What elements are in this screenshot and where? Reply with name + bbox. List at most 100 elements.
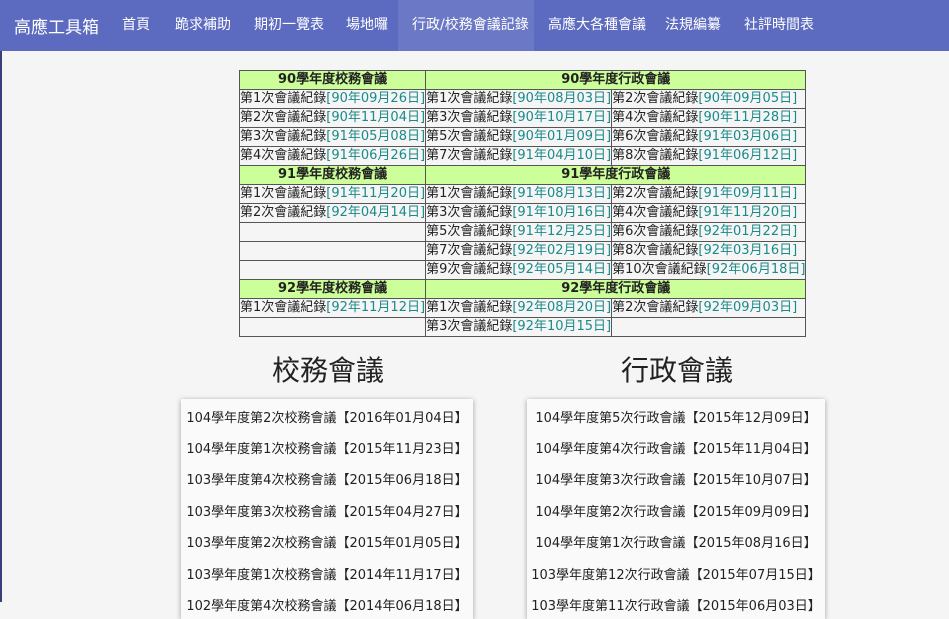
- record-date-link[interactable]: [92年04月14日]: [326, 205, 424, 220]
- admin-record-cell[interactable]: 第4次會議紀錄[90年11月28日]: [611, 108, 807, 128]
- admin-record-cell[interactable]: 第7次會議紀錄[92年02月19日]: [425, 241, 613, 261]
- brand-title[interactable]: 高應工具箱: [14, 13, 99, 38]
- record-date-link[interactable]: [91年09月11日]: [698, 186, 797, 201]
- admin-record-cell[interactable]: 第1次會議紀錄[91年08月13日]: [425, 184, 613, 204]
- school-record-cell[interactable]: 第1次會議紀錄[90年09月26日]: [238, 89, 427, 109]
- table-row: 第1次會議紀錄[91年11月20日] 第1次會議紀錄[91年08月13日] 第2次會…: [238, 184, 807, 204]
- record-date-link[interactable]: [91年04月10日]: [512, 148, 610, 163]
- record-label: 第8次會議紀錄: [612, 148, 699, 163]
- admin-meeting-link[interactable]: 104學年度第2次行政會議【2015年09月09日】: [527, 501, 825, 520]
- school-record-cell[interactable]: 第2次會議紀錄[90年11月04日]: [238, 108, 427, 128]
- school-record-cell[interactable]: 第1次會議紀錄[91年11月20日]: [238, 184, 427, 204]
- school-record-cell[interactable]: 第2次會議紀錄[92年04月14日]: [238, 203, 427, 223]
- table-row: 第2次會議紀錄[92年04月14日] 第3次會議紀錄[91年10月16日] 第4次會…: [238, 203, 807, 223]
- record-date-link[interactable]: [91年05月08日]: [326, 129, 424, 144]
- nav-label: 場地囉: [346, 17, 388, 33]
- admin-record-cell[interactable]: 第8次會議紀錄[91年06月12日]: [611, 146, 807, 166]
- school-year-header: 91學年度校務會議: [238, 165, 427, 185]
- school-meeting-link[interactable]: 103學年度第2次校務會議【2015年01月05日】: [181, 532, 473, 551]
- record-date-link[interactable]: [92年05月14日]: [512, 262, 610, 277]
- record-date-link[interactable]: [92年02月19日]: [512, 243, 610, 258]
- admin-meeting-link[interactable]: 104學年度第3次行政會議【2015年10月07日】: [527, 469, 825, 488]
- record-date-link[interactable]: [91年03月06日]: [698, 129, 797, 144]
- record-date-link[interactable]: [91年06月26日]: [326, 148, 424, 163]
- record-date-link[interactable]: [91年06月12日]: [698, 148, 797, 163]
- nav-meeting-records[interactable]: 行政/校務會議記錄: [398, 0, 534, 51]
- nav-label: 高應大各種會議: [548, 17, 646, 33]
- record-date-link[interactable]: [92年01月22日]: [698, 224, 797, 239]
- school-record-cell[interactable]: 第4次會議紀錄[91年06月26日]: [238, 146, 427, 166]
- record-date-link[interactable]: [90年01月09日]: [512, 129, 610, 144]
- admin-meeting-link[interactable]: 104學年度第4次行政會議【2015年11月04日】: [527, 438, 825, 457]
- record-date-link[interactable]: [92年09月03日]: [698, 300, 797, 315]
- record-date-link[interactable]: [91年08月13日]: [512, 186, 610, 201]
- record-date-link[interactable]: [91年12月25日]: [512, 224, 610, 239]
- record-date-link[interactable]: [92年03月16日]: [698, 243, 797, 258]
- admin-record-cell[interactable]: 第6次會議紀錄[91年03月06日]: [611, 127, 807, 147]
- record-label: 第1次會議紀錄: [426, 91, 513, 106]
- table-row: 第4次會議紀錄[91年06月26日] 第7次會議紀錄[91年04月10日] 第8次會…: [238, 146, 807, 166]
- admin-record-cell[interactable]: 第2次會議紀錄[91年09月11日]: [611, 184, 807, 204]
- nav-venue[interactable]: 場地囉: [333, 0, 397, 51]
- admin-record-cell[interactable]: 第7次會議紀錄[91年04月10日]: [425, 146, 613, 166]
- record-date-link[interactable]: [90年09月26日]: [326, 91, 424, 106]
- school-meeting-link[interactable]: 104學年度第2次校務會議【2016年01月04日】: [181, 407, 473, 426]
- school-meeting-link[interactable]: 103學年度第1次校務會議【2014年11月17日】: [181, 564, 473, 583]
- admin-year-header: 92學年度行政會議: [425, 279, 807, 299]
- admin-record-cell[interactable]: 第3次會議紀錄[92年10月15日]: [425, 317, 613, 337]
- school-meeting-list: 104學年度第2次校務會議【2016年01月04日】 104學年度第1次校務會議…: [181, 399, 473, 619]
- admin-record-cell[interactable]: 第1次會議紀錄[90年08月03日]: [425, 89, 613, 109]
- school-meeting-link[interactable]: 103學年度第3次校務會議【2015年04月27日】: [181, 501, 473, 520]
- admin-record-cell[interactable]: 第1次會議紀錄[92年08月20日]: [425, 298, 613, 318]
- nav-subsidy[interactable]: 跪求補助: [162, 0, 240, 51]
- record-date-link[interactable]: [90年11月04日]: [326, 110, 424, 125]
- admin-meeting-link[interactable]: 103學年度第11次行政會議【2015年06月03日】: [527, 595, 825, 614]
- record-date-link[interactable]: [92年10月15日]: [512, 319, 610, 334]
- table-row: 第1次會議紀錄[90年09月26日] 第1次會議紀錄[90年08月03日] 第2次會…: [238, 89, 807, 109]
- admin-meeting-link[interactable]: 103學年度第12次行政會議【2015年07月15日】: [527, 564, 825, 583]
- admin-record-cell[interactable]: 第3次會議紀錄[90年10月17日]: [425, 108, 613, 128]
- admin-record-cell[interactable]: 第4次會議紀錄[91年11月20日]: [611, 203, 807, 223]
- admin-year-header: 91學年度行政會議: [425, 165, 807, 185]
- record-date-link[interactable]: [92年11月12日]: [326, 300, 424, 315]
- record-date-link[interactable]: [91年11月20日]: [326, 186, 424, 201]
- record-date-link[interactable]: [92年08月20日]: [512, 300, 610, 315]
- admin-record-cell[interactable]: 第5次會議紀錄[91年12月25日]: [425, 222, 613, 242]
- school-record-cell[interactable]: 第3次會議紀錄[91年05月08日]: [238, 127, 427, 147]
- admin-record-cell[interactable]: 第5次會議紀錄[90年01月09日]: [425, 127, 613, 147]
- record-date-link[interactable]: [90年11月28日]: [698, 110, 797, 125]
- record-label: 第8次會議紀錄: [612, 243, 699, 258]
- admin-record-cell[interactable]: 第8次會議紀錄[92年03月16日]: [611, 241, 807, 261]
- nav-semester-overview[interactable]: 期初一覽表: [241, 0, 331, 51]
- nav-regulations[interactable]: 法規編纂: [653, 0, 731, 51]
- nav-kuas-meetings[interactable]: 高應大各種會議: [535, 0, 653, 51]
- nav-label: 跪求補助: [175, 17, 231, 33]
- record-label: 第2次會議紀錄: [240, 110, 327, 125]
- record-date-link[interactable]: [91年10月16日]: [512, 205, 610, 220]
- admin-record-cell[interactable]: 第6次會議紀錄[92年01月22日]: [611, 222, 807, 242]
- record-label: 第5次會議紀錄: [426, 129, 513, 144]
- school-meeting-link[interactable]: 104學年度第1次校務會議【2015年11月23日】: [181, 438, 473, 457]
- nav-home[interactable]: 首頁: [110, 0, 160, 51]
- school-record-cell[interactable]: 第1次會議紀錄[92年11月12日]: [238, 298, 427, 318]
- record-date-link[interactable]: [90年09月05日]: [698, 91, 797, 106]
- record-date-link[interactable]: [91年11月20日]: [698, 205, 797, 220]
- table-row: 第5次會議紀錄[91年12月25日] 第6次會議紀錄[92年01月22日]: [238, 222, 807, 242]
- record-date-link[interactable]: [90年10月17日]: [512, 110, 610, 125]
- admin-record-cell[interactable]: 第2次會議紀錄[92年09月03日]: [611, 298, 807, 318]
- admin-record-cell[interactable]: 第3次會議紀錄[91年10月16日]: [425, 203, 613, 223]
- school-meeting-link[interactable]: 102學年度第4次校務會議【2014年06月18日】: [181, 595, 473, 614]
- nav-club-schedule[interactable]: 社評時間表: [731, 0, 831, 51]
- record-date-link[interactable]: [90年08月03日]: [512, 91, 610, 106]
- admin-record-cell[interactable]: 第10次會議紀錄[92年06月18日]: [611, 260, 807, 280]
- year-header-row: 90學年度校務會議 90學年度行政會議: [238, 70, 807, 90]
- admin-meeting-link[interactable]: 104學年度第5次行政會議【2015年12月09日】: [527, 407, 825, 426]
- window-edge: [0, 0, 2, 602]
- record-label: 第7次會議紀錄: [426, 243, 513, 258]
- record-label: 第3次會議紀錄: [426, 205, 513, 220]
- admin-record-cell[interactable]: 第2次會議紀錄[90年09月05日]: [611, 89, 807, 109]
- admin-record-cell[interactable]: 第9次會議紀錄[92年05月14日]: [425, 260, 613, 280]
- record-date-link[interactable]: [92年06月18日]: [707, 262, 805, 277]
- admin-meeting-link[interactable]: 104學年度第1次行政會議【2015年08月16日】: [527, 532, 825, 551]
- school-meeting-link[interactable]: 103學年度第4次校務會議【2015年06月18日】: [181, 469, 473, 488]
